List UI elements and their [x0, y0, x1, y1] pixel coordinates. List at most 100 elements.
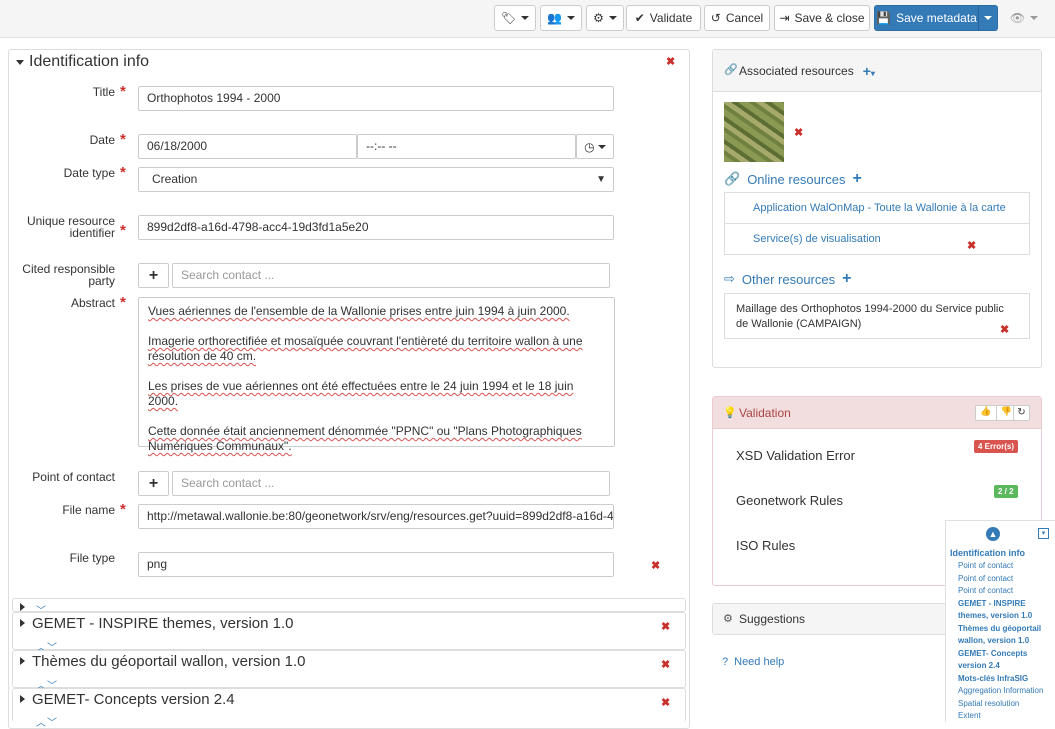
caret-down-icon [16, 59, 24, 65]
uri-label: Unique resource identifier [26, 214, 115, 240]
filetype-label: File type [69, 551, 115, 565]
online-link-label[interactable]: Service(s) de visualisation [753, 233, 881, 245]
collapse-toc-icon[interactable]: ▾ [1038, 528, 1049, 539]
add-contact-button[interactable]: + [138, 471, 169, 496]
toc-item[interactable]: Thèmes du géoportail wallon, version 1.0 [946, 623, 1055, 648]
tags-dropdown-button[interactable]: 🏷 [494, 5, 536, 31]
poc-contact-search[interactable]: Search contact ... [172, 471, 610, 496]
filetype-input[interactable]: png [138, 552, 614, 577]
remove-section-icon[interactable]: ✖ [666, 57, 675, 68]
view-mode-dropdown[interactable]: 👁 [1006, 5, 1042, 31]
thumbnail-image[interactable] [724, 102, 784, 162]
time-input[interactable]: --:-- -- [357, 134, 576, 159]
other-resource-label: Maillage des Orthophotos 1994-2000 du Se… [736, 303, 1004, 330]
save-close-button[interactable]: ⇥ Save & close [774, 5, 870, 31]
sign-out-icon: ⇥ [779, 11, 790, 25]
online-link-label[interactable]: Application WalOnMap - Toute la Wallonie… [753, 202, 1006, 214]
check-icon: ✔ [634, 11, 645, 25]
select-arrow-icon: ▼ [596, 174, 606, 185]
toc-list: Identification info Point of contact Point… [946, 547, 1055, 723]
caret-right-icon[interactable] [20, 695, 25, 703]
remove-resource-icon[interactable]: ✖ [1000, 325, 1009, 336]
remove-section-icon[interactable]: ✖ [661, 660, 670, 671]
need-help-link[interactable]: ? Need help [722, 656, 784, 668]
save-metadata-button[interactable]: 💾 Save metadata [874, 5, 979, 31]
date-input[interactable]: 06/18/2000 [138, 134, 357, 159]
panel-title: Validation [739, 405, 791, 420]
thumbs-up-icon[interactable]: 👍 [976, 406, 997, 420]
validate-button[interactable]: ✔ Validate [626, 5, 701, 31]
remove-section-icon[interactable]: ✖ [661, 698, 670, 709]
identification-toggle[interactable]: Identification info [16, 53, 149, 71]
required-asterisk: * [120, 501, 126, 518]
settings-dropdown-button[interactable]: ⚙ [586, 5, 624, 31]
toc-item[interactable]: GEMET - INSPIRE themes, version 1.0 [946, 598, 1055, 623]
title-input[interactable]: Orthophotos 1994 - 2000 [138, 86, 614, 111]
remove-section-icon[interactable]: ✖ [661, 622, 670, 633]
toc-item[interactable]: Point of contact [946, 573, 1055, 586]
toc-item[interactable]: Point of contact [946, 585, 1055, 598]
abstract-paragraph: Vues aériennes de l'ensemble de la Wallo… [148, 304, 570, 318]
toc-item[interactable]: Extent [946, 710, 1055, 723]
filename-input[interactable]: http://metawal.wallonie.be:80/geonetwork… [138, 504, 614, 529]
add-other-resource-icon[interactable]: + [842, 270, 851, 288]
section-title[interactable]: GEMET- Concepts version 2.4 [32, 691, 235, 708]
add-contact-button[interactable]: + [138, 263, 169, 288]
remove-link-icon[interactable]: ✖ [967, 241, 976, 252]
save-options-dropdown[interactable] [978, 5, 998, 31]
floppy-icon: 💾 [876, 11, 892, 25]
status-badge: 2 / 2 [994, 485, 1018, 498]
other-resource-item[interactable]: Maillage des Orthophotos 1994-2000 du Se… [724, 293, 1030, 339]
chevron-down-icon [597, 144, 606, 149]
gears-icon: ⚙ [723, 613, 733, 625]
toc-item[interactable]: Spatial resolution [946, 698, 1055, 711]
sign-in-icon: ⇨ [724, 271, 735, 286]
filename-label: File name [62, 503, 115, 517]
gear-icon: ⚙ [593, 11, 604, 25]
date-type-select[interactable]: Creation ▼ [138, 167, 614, 192]
lightbulb-icon: 💡 [723, 407, 737, 419]
arrow-up-circle-icon[interactable]: ▲ [986, 527, 1000, 541]
required-asterisk: * [120, 294, 126, 311]
abstract-textarea[interactable]: Vues aériennes de l'ensemble de la Wallo… [138, 297, 615, 453]
eye-icon: 👁 [1009, 11, 1026, 25]
refresh-icon[interactable]: ↻ [1013, 405, 1030, 421]
link-icon: 🔗 [724, 171, 741, 186]
cancel-button[interactable]: ↺ Cancel [704, 5, 770, 31]
validation-row-label[interactable]: ISO Rules [736, 538, 795, 553]
caret-right-icon[interactable] [20, 619, 25, 627]
toc-item[interactable]: Identification info [946, 547, 1055, 560]
toc-item[interactable]: Aggregation Information [946, 685, 1055, 698]
other-resources-header: ⇨ Other resources + [724, 270, 851, 288]
section-title[interactable]: Thèmes du géoportail wallon, version 1.0 [32, 653, 306, 670]
title-label: Title [92, 85, 115, 99]
caret-right-icon[interactable] [20, 657, 25, 665]
users-dropdown-button[interactable]: 👥 [540, 5, 582, 31]
toc-item[interactable]: GEMET- Concepts version 2.4 [946, 648, 1055, 673]
time-picker-button[interactable]: ◷ [576, 134, 614, 159]
toc-item[interactable]: Point of contact [946, 560, 1055, 573]
toc-item[interactable]: Mots-clés InfraSIG [946, 673, 1055, 686]
online-link-item[interactable]: Service(s) de visualisation ✖ [724, 223, 1030, 255]
cited-party-label: Cited responsible party [22, 262, 115, 288]
section-title: Other resources [741, 271, 836, 287]
validation-row-label[interactable]: XSD Validation Error [736, 448, 855, 463]
uri-input[interactable]: 899d2df8-a16d-4798-acc4-19d3fd1a5e20 [138, 215, 614, 240]
caret-right-icon[interactable] [20, 603, 25, 611]
validation-row-label[interactable]: Geonetwork Rules [736, 493, 843, 508]
tags-icon: 🏷 [500, 11, 517, 25]
panel-title: Associated resources [739, 63, 854, 78]
question-circle-icon: ? [722, 656, 729, 668]
abstract-paragraph: Cette donnée était anciennement dénommée… [148, 424, 582, 453]
cited-contact-search[interactable]: Search contact ... [172, 263, 610, 288]
section-title[interactable]: GEMET - INSPIRE themes, version 1.0 [32, 615, 293, 632]
chevron-down-icon [1030, 16, 1039, 20]
status-badge: 4 Error(s) [974, 440, 1019, 453]
add-online-resource-icon[interactable]: + [852, 170, 861, 188]
online-link-item[interactable]: Application WalOnMap - Toute la Wallonie… [724, 192, 1030, 224]
remove-field-icon[interactable]: ✖ [651, 561, 660, 572]
remove-thumbnail-icon[interactable]: ✖ [794, 128, 803, 139]
abstract-label: Abstract [70, 296, 115, 310]
date-type-label: Date type [63, 166, 115, 180]
add-resource-icon[interactable]: +▾ [863, 63, 875, 79]
